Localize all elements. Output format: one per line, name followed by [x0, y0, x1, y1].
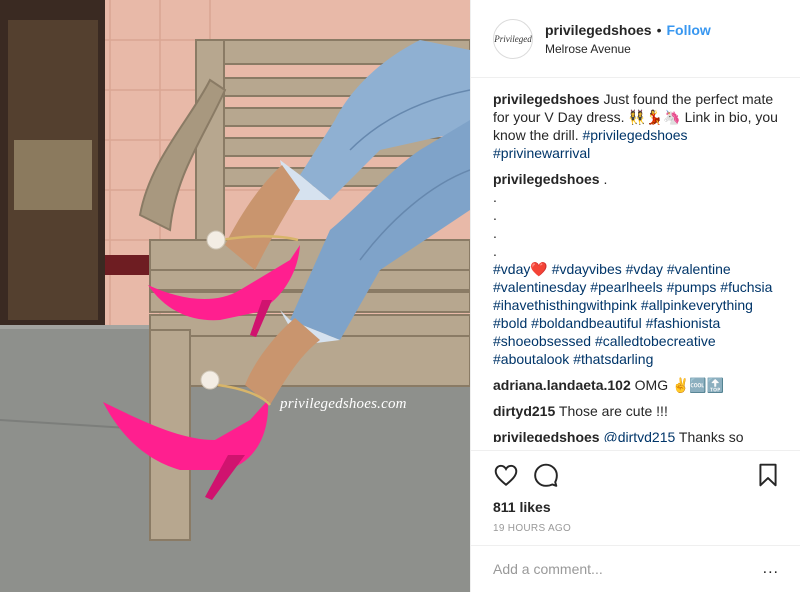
hashtag-link[interactable]: #vday❤️ — [493, 261, 548, 277]
header-text: privilegedshoes • Follow Melrose Avenue — [545, 22, 711, 56]
action-icons — [471, 451, 800, 491]
heart-icon[interactable] — [493, 462, 519, 488]
more-icon[interactable]: ... — [763, 560, 779, 578]
dot-line: . — [493, 207, 497, 223]
comment-text: Those are cute !!! — [555, 403, 668, 419]
avatar[interactable]: Privileged — [493, 18, 533, 59]
follow-button[interactable]: Follow — [667, 22, 711, 38]
hashtag-link[interactable]: #privilegedshoes — [582, 127, 687, 143]
post-photo[interactable]: privilegedshoes.com — [0, 0, 470, 592]
hashtag-link[interactable]: #vdayvibes — [552, 261, 622, 277]
post-header: Privileged privilegedshoes • Follow Melr… — [471, 0, 800, 78]
mention-link[interactable]: @dirtyd215 — [603, 429, 675, 442]
location-link[interactable]: Melrose Avenue — [545, 42, 711, 56]
post-side-panel: Privileged privilegedshoes • Follow Melr… — [470, 0, 800, 592]
add-comment-bar: ... — [471, 545, 800, 592]
dot-line: . — [493, 189, 497, 205]
hashtag-link[interactable]: #ihavethisthingwithpink — [493, 297, 637, 313]
comment-text: . — [599, 171, 608, 187]
comment-username[interactable]: privilegedshoes — [493, 429, 600, 442]
hashtag-link[interactable]: #shoeobsessed — [493, 333, 591, 349]
hashtag-link[interactable]: #bold — [493, 315, 527, 331]
hashtag-link[interactable]: #thatsdarling — [573, 351, 653, 367]
hashtag-link[interactable]: #valentinesday — [493, 279, 586, 295]
hashtag-link[interactable]: #pumps — [667, 279, 717, 295]
hashtag-link[interactable]: #boldandbeautiful — [531, 315, 642, 331]
likes-count[interactable]: 811 likes — [471, 491, 800, 515]
hashtag-link[interactable]: #fashionista — [646, 315, 721, 331]
dot-lines: . . . . — [493, 188, 778, 260]
comment-icon[interactable] — [533, 462, 559, 488]
comment-username[interactable]: dirtyd215 — [493, 403, 555, 419]
photo-illustration — [0, 0, 470, 592]
hashtag-link[interactable]: #aboutalook — [493, 351, 569, 367]
hashtag-link[interactable]: #pearlheels — [590, 279, 662, 295]
hashtag-link[interactable]: #fuchsia — [720, 279, 772, 295]
comment-username[interactable]: adriana.landaeta.102 — [493, 377, 631, 393]
header-line: privilegedshoes • Follow — [545, 22, 711, 38]
comments-list[interactable]: privilegedshoes Just found the perfect m… — [471, 78, 800, 442]
list-item: privilegedshoes @dirtyd215 Thanks so — [493, 428, 778, 442]
hashtag-comment: privilegedshoes . . . . . #vday❤️ #vdayv… — [493, 170, 778, 368]
dot-line: . — [493, 243, 497, 259]
hashtag-link[interactable]: #allpinkeverything — [641, 297, 753, 313]
caption-comment: privilegedshoes Just found the perfect m… — [493, 90, 778, 162]
header-separator: • — [656, 21, 662, 38]
dot-line: . — [493, 225, 497, 241]
add-comment-input[interactable] — [493, 561, 757, 577]
list-item: adriana.landaeta.102 OMG ✌️🆒🔝 — [493, 376, 778, 394]
hashtag-link[interactable]: #vday — [626, 261, 663, 277]
comment-username[interactable]: privilegedshoes — [493, 171, 600, 187]
hashtag-link[interactable]: #privinewarrival — [493, 145, 590, 161]
header-username[interactable]: privilegedshoes — [545, 22, 652, 38]
photo-watermark: privilegedshoes.com — [280, 396, 407, 412]
hashtag-block: #vday❤️ #vdayvibes #vday #valentine #val… — [493, 260, 778, 368]
hashtag-link[interactable]: #calledtobecreative — [595, 333, 716, 349]
comment-text: OMG ✌️🆒🔝 — [630, 377, 725, 393]
comment-username[interactable]: privilegedshoes — [493, 91, 600, 107]
hashtag-link[interactable]: #valentine — [667, 261, 731, 277]
comment-text: Thanks so — [675, 429, 744, 442]
post-timestamp[interactable]: 19 HOURS AGO — [471, 515, 800, 534]
list-item: dirtyd215 Those are cute !!! — [493, 402, 778, 420]
bookmark-icon[interactable] — [755, 462, 781, 488]
